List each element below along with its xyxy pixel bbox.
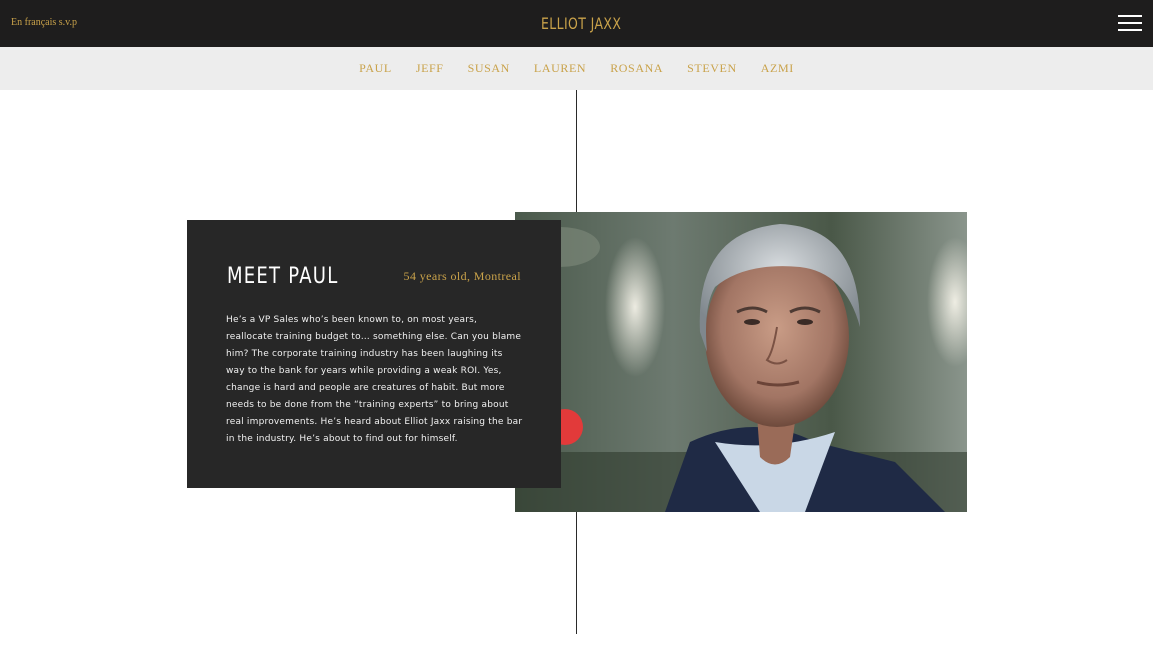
nav-item-jeff[interactable]: JEFF [416,61,444,76]
team-member-nav: PAUL JEFF SUSAN LAUREN ROSANA STEVEN AZM… [0,47,1153,90]
nav-item-rosana[interactable]: ROSANA [610,61,663,76]
hamburger-menu-icon[interactable] [1118,15,1142,31]
logo-text: ELLIOT JAXX [541,14,622,33]
nav-item-lauren[interactable]: LAUREN [534,61,586,76]
profile-title: MEET PAUL [227,264,339,289]
profile-photo [515,212,967,512]
profile-description: He’s a VP Sales who’s been known to, on … [226,315,523,444]
elliot-jaxx-logo[interactable]: ELLIOT JAXX [541,10,621,37]
nav-item-steven[interactable]: STEVEN [687,61,737,76]
nav-item-paul[interactable]: PAUL [359,61,392,76]
nav-item-azmi[interactable]: AZMI [761,61,794,76]
top-bar: En français s.v.p ELLIOT JAXX [0,0,1153,47]
profile-card: MEET PAUL 54 years old, Montreal He’s a … [187,220,561,488]
nav-item-susan[interactable]: SUSAN [468,61,510,76]
language-toggle-link[interactable]: En français s.v.p [11,17,77,28]
profile-age-location: 54 years old, Montreal [403,269,521,283]
